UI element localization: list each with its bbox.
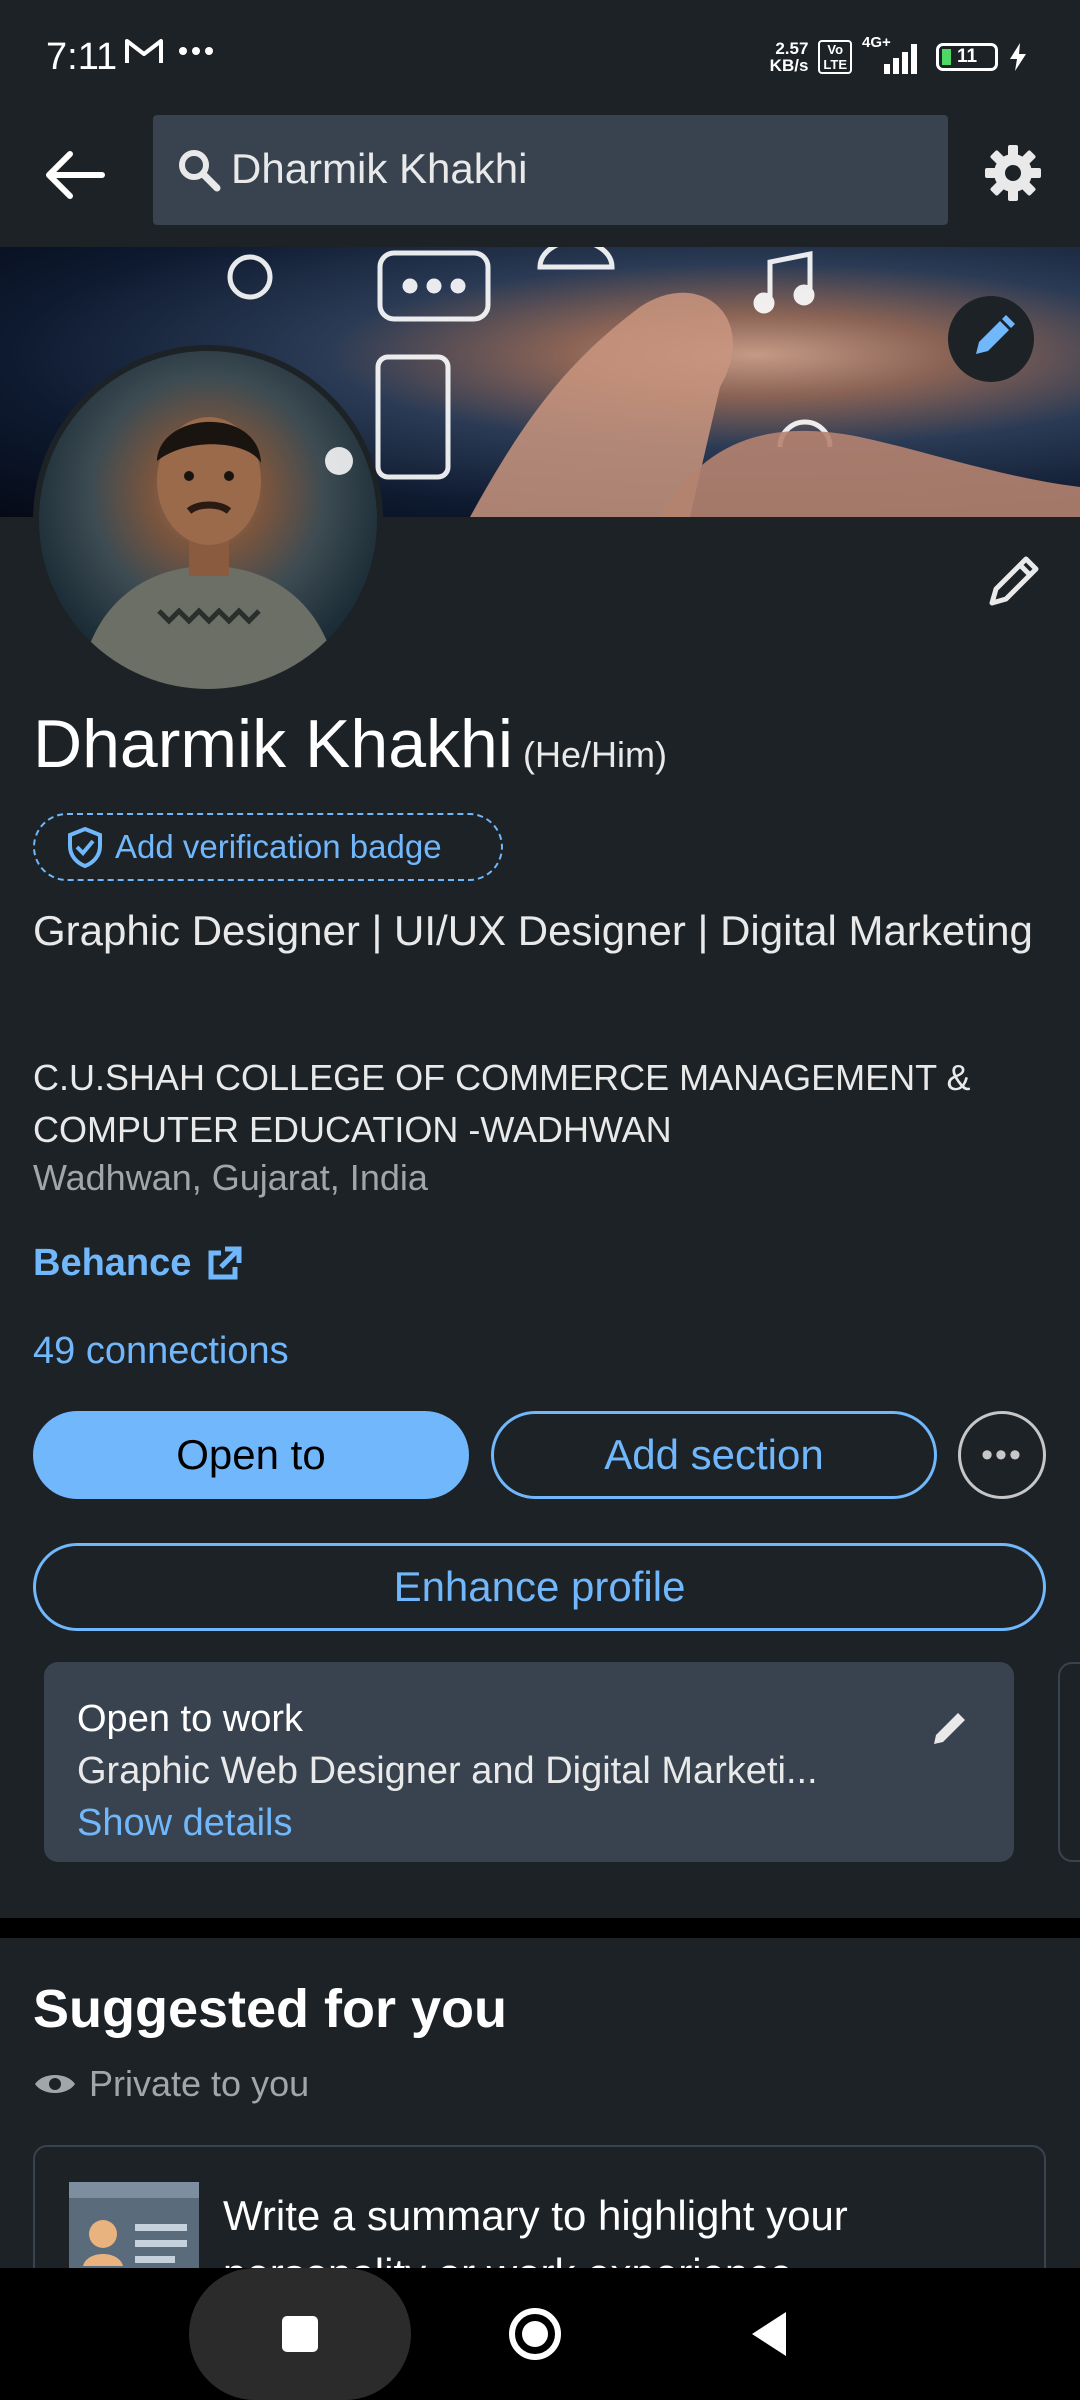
external-link-icon [208, 1246, 242, 1279]
show-details-link[interactable]: Show details [77, 1802, 292, 1845]
system-navigation-bar [0, 2268, 1080, 2400]
edit-open-to-work-button[interactable] [924, 1702, 974, 1752]
triangle-back-icon [752, 2312, 786, 2356]
gear-icon [985, 145, 1041, 201]
signal-icon: 4G+ [862, 34, 926, 74]
website-link[interactable]: Behance [33, 1242, 243, 1285]
open-to-work-title: Open to work [77, 1698, 303, 1740]
pencil-icon [976, 315, 1015, 354]
back-nav-button[interactable] [740, 2304, 800, 2364]
arrow-left-icon [46, 151, 105, 199]
verification-label: Add verification badge [115, 828, 442, 865]
suggested-title: Suggested for you [33, 1979, 508, 2039]
settings-button[interactable] [982, 142, 1044, 204]
top-bar: Dharmik Khakhi [0, 115, 1080, 247]
status-time: 7:11 [46, 36, 118, 78]
profile-headline: Graphic Designer | UI/UX Designer | Digi… [33, 907, 1033, 954]
back-button[interactable] [40, 140, 110, 210]
profile-photo[interactable] [33, 345, 383, 695]
open-to-button[interactable]: Open to [33, 1411, 469, 1499]
profile-education[interactable]: C.U.SHAH COLLEGE OF COMMERCE MANAGEMENT … [33, 1052, 1053, 1156]
eye-icon [35, 2075, 75, 2093]
more-notifications-icon [179, 47, 213, 55]
private-label: Private to you [89, 2063, 310, 2104]
status-system-icons: 2.57 KB/s Vo LTE 4G+ 11 [769, 34, 1028, 75]
gmail-icon [125, 39, 163, 63]
more-actions-button[interactable]: ••• [958, 1411, 1046, 1499]
search-query: Dharmik Khakhi [231, 145, 528, 192]
add-section-button[interactable]: Add section [491, 1411, 937, 1499]
volte-icon: Vo LTE [818, 40, 852, 74]
search-input[interactable]: Dharmik Khakhi [153, 115, 948, 225]
battery-icon: 11 [936, 43, 998, 71]
more-horizontal-icon: ••• [981, 1435, 1023, 1474]
circle-icon [509, 2308, 561, 2360]
recents-button[interactable] [270, 2304, 330, 2364]
pencil-icon [989, 556, 1039, 606]
status-notification-icons [124, 36, 214, 66]
charging-icon [1010, 43, 1026, 71]
section-divider [0, 1918, 1080, 1938]
profile-location: Wadhwan, Gujarat, India [33, 1157, 428, 1198]
next-card-peek[interactable] [1058, 1662, 1080, 1862]
edit-profile-button[interactable] [980, 545, 1050, 615]
square-icon [282, 2316, 318, 2352]
profile-photo-image [79, 417, 353, 689]
private-indicator: Private to you [33, 2063, 309, 2105]
net-speed: 2.57 KB/s [769, 39, 809, 75]
enhance-profile-button[interactable]: Enhance profile [33, 1543, 1046, 1631]
open-to-work-description: Graphic Web Designer and Digital Marketi… [77, 1750, 818, 1792]
add-verification-badge-button[interactable]: Add verification badge [33, 813, 503, 881]
open-to-work-card[interactable]: Open to work Graphic Web Designer and Di… [44, 1662, 1014, 1862]
pencil-icon [934, 1713, 965, 1744]
edit-cover-button[interactable] [948, 296, 1034, 382]
status-bar: 7:11 2.57 KB/s Vo LTE 4G+ 11 [0, 0, 1080, 115]
connections-link[interactable]: 49 connections [33, 1330, 289, 1373]
pronouns: (He/Him) [522, 734, 667, 775]
shield-check-icon [68, 826, 102, 868]
home-button[interactable] [505, 2304, 565, 2364]
website-label: Behance [33, 1242, 192, 1284]
search-icon [179, 150, 221, 192]
profile-name: Dharmik Khakhi (He/Him) [33, 706, 667, 782]
